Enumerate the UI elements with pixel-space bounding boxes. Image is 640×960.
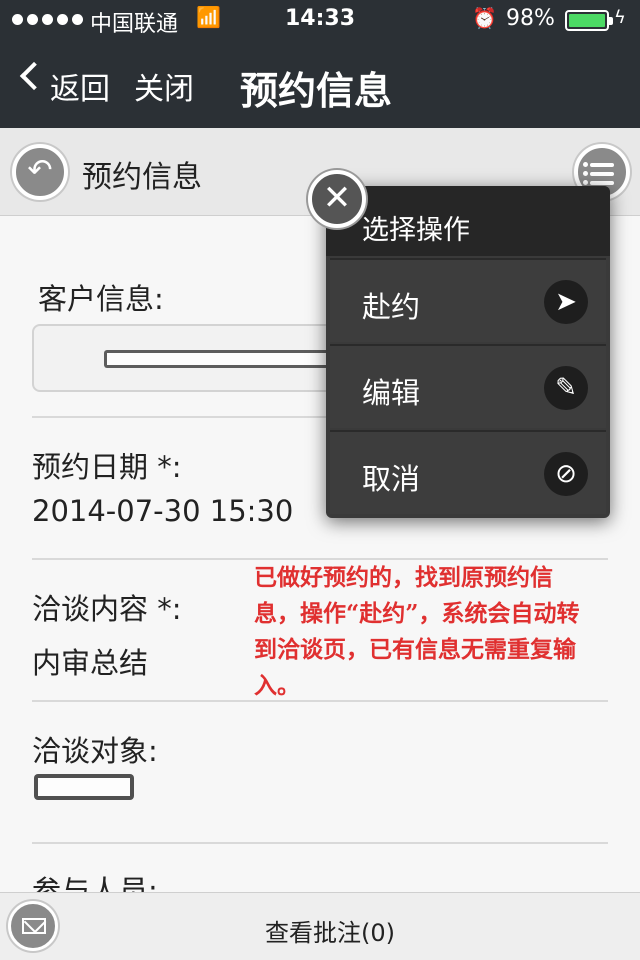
charging-icon: ϟ	[614, 7, 626, 28]
menu-item-label: 赴约	[362, 290, 421, 324]
battery-percent: 98%	[506, 6, 555, 31]
back-chevron-icon[interactable]	[19, 61, 49, 91]
close-button[interactable]: 关闭	[134, 64, 194, 108]
divider	[32, 842, 608, 844]
alarm-icon: ⏰	[472, 6, 497, 30]
close-popup-icon[interactable]: ✕	[308, 170, 366, 228]
return-icon[interactable]: ↶	[12, 144, 68, 200]
appointment-date-label: 预约日期 *:	[32, 450, 182, 484]
page-title: 预约信息	[240, 69, 393, 113]
menu-item-label: 编辑	[362, 376, 421, 410]
sub-header-title: 预约信息	[82, 160, 202, 195]
popup-title: 选择操作	[326, 186, 610, 256]
discussion-content-label: 洽谈内容 *:	[32, 592, 182, 626]
appointment-date-value[interactable]: 2014-07-30 15:30	[32, 494, 293, 528]
bottom-bar: 查看批注(0)	[0, 892, 640, 960]
back-button[interactable]: 返回	[50, 64, 110, 108]
action-popup-menu: 选择操作 赴约 ➤ 编辑 ✎ 取消 ⊘	[326, 186, 610, 518]
menu-item-cancel[interactable]: 取消 ⊘	[330, 430, 606, 514]
discussion-target-label: 洽谈对象:	[32, 734, 158, 768]
menu-item-attend[interactable]: 赴约 ➤	[330, 258, 606, 342]
discussion-content-value[interactable]: 内审总结	[32, 640, 148, 682]
menu-item-label: 取消	[362, 462, 421, 496]
pencil-icon: ✎	[544, 366, 588, 410]
red-annotation: 已做好预约的，找到原预约信息，操作“赴约”，系统会自动转到洽谈页，已有信息无需重…	[254, 564, 580, 699]
prohibited-icon: ⊘	[544, 452, 588, 496]
navigate-arrow-icon: ➤	[544, 280, 588, 324]
client-info-label: 客户信息:	[38, 282, 164, 316]
redacted-text	[104, 350, 354, 368]
view-notes-button[interactable]: 查看批注(0)	[0, 913, 640, 948]
battery-icon	[565, 10, 613, 31]
menu-item-edit[interactable]: 编辑 ✎	[330, 344, 606, 428]
navigation-bar: 返回 关闭 预约信息	[0, 40, 640, 128]
top-bar: 中国联通 📶 14:33 ⏰ 98% ϟ 返回 关闭 预约信息	[0, 0, 640, 128]
redacted-text	[34, 774, 134, 800]
status-bar: 中国联通 📶 14:33 ⏰ 98% ϟ	[0, 0, 640, 40]
